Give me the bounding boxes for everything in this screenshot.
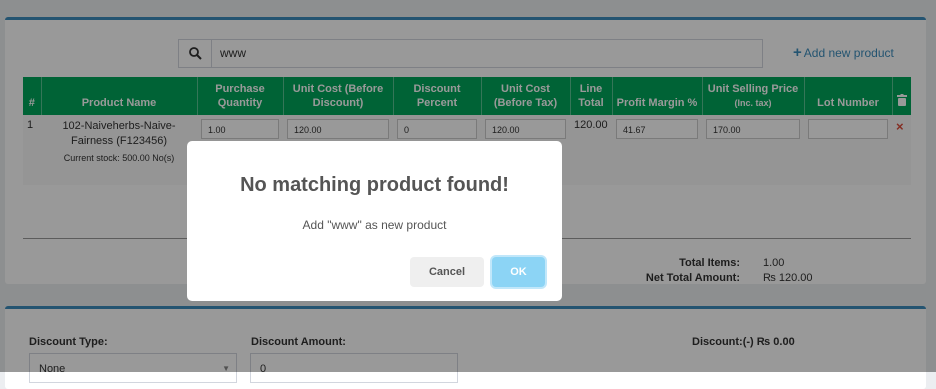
no-product-dialog: No matching product found! Add "www" as … — [187, 141, 562, 301]
dialog-text: Add "www" as new product — [302, 218, 447, 232]
cancel-button[interactable]: Cancel — [410, 257, 484, 287]
dialog-title: No matching product found! — [240, 174, 509, 196]
ok-button[interactable]: OK — [492, 257, 545, 287]
